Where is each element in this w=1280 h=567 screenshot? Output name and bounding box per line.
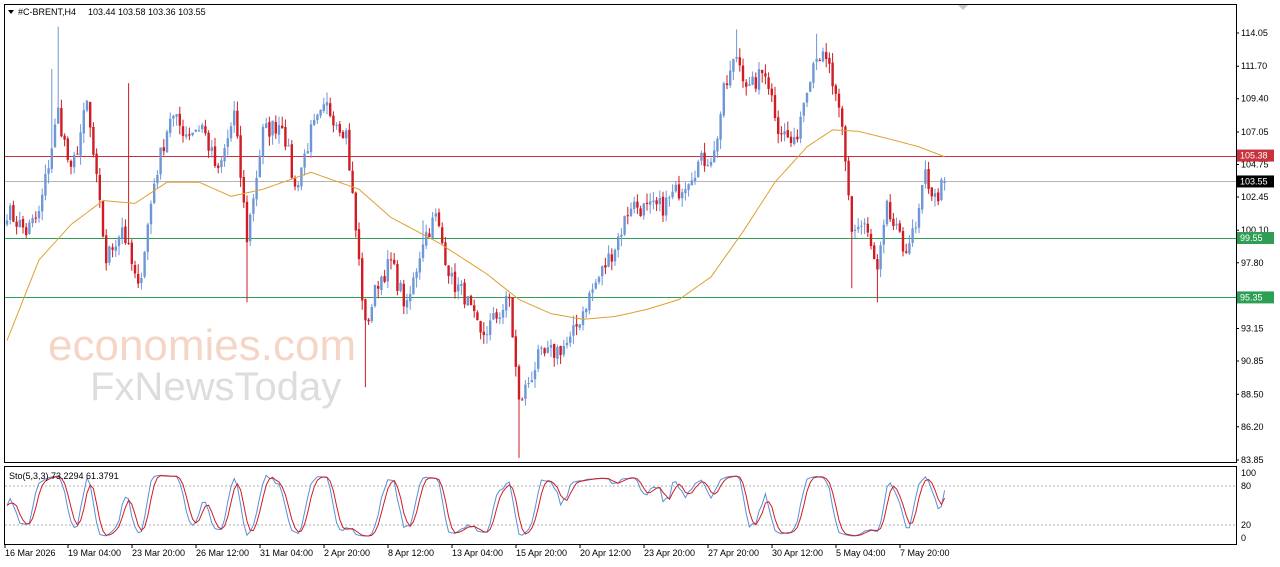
time-tick-label-3: 26 Mar 12:00 bbox=[196, 548, 249, 558]
candle-193 bbox=[623, 215, 626, 236]
candle-251 bbox=[809, 81, 812, 93]
candle-122 bbox=[396, 260, 399, 296]
price-tick-label-5: 102.45 bbox=[1241, 192, 1269, 202]
candle-25 bbox=[85, 99, 89, 113]
candle-143 bbox=[463, 278, 466, 309]
candle-107 bbox=[348, 123, 351, 171]
ohlc-values: 103.44 103.58 103.36 103.55 bbox=[88, 7, 206, 17]
price-chart[interactable]: economies.com FxNewsToday 114.05 111.70 10… bbox=[0, 0, 1280, 567]
price-tick-label-13: 83.85 bbox=[1241, 455, 1264, 465]
time-tick-label-0: 16 Mar 2026 bbox=[5, 548, 56, 558]
candle-27 bbox=[92, 122, 95, 158]
price-tick-label-11: 88.50 bbox=[1241, 389, 1264, 399]
candle-158 bbox=[511, 297, 514, 338]
level-tag-2: 99.55 bbox=[1240, 233, 1263, 243]
stoch-header: Sto(5,3,3) 73.2294 61.3791 bbox=[9, 471, 119, 481]
time-tick-label-7: 13 Apr 04:00 bbox=[452, 548, 503, 558]
watermark-fxnewstoday: FxNewsToday bbox=[90, 365, 341, 409]
stoch-tick-label-1: 80 bbox=[1241, 481, 1251, 491]
candle-224 bbox=[722, 81, 725, 118]
stoch-tick-label-2: 20 bbox=[1241, 520, 1251, 530]
price-tick-label-12: 86.20 bbox=[1241, 422, 1264, 432]
candle-50 bbox=[165, 129, 169, 153]
time-tick-label-11: 27 Apr 20:00 bbox=[708, 548, 759, 558]
price-tick-label-9: 93.15 bbox=[1241, 324, 1264, 334]
candle-263 bbox=[847, 156, 850, 201]
time-tick-label-1: 19 Mar 04:00 bbox=[68, 548, 121, 558]
candle-89 bbox=[290, 140, 293, 179]
stoch-tick-label-0: 100 bbox=[1241, 468, 1256, 478]
time-tick-label-9: 20 Apr 12:00 bbox=[580, 548, 631, 558]
time-tick-label-14: 7 May 20:00 bbox=[900, 548, 950, 558]
time-tick-label-12: 30 Apr 12:00 bbox=[772, 548, 823, 558]
stoch-tick-label-3: 0 bbox=[1241, 533, 1246, 543]
time-tick-label-5: 2 Apr 20:00 bbox=[324, 548, 370, 558]
time-tick-label-10: 23 Apr 20:00 bbox=[644, 548, 695, 558]
price-tick-label-3: 107.05 bbox=[1241, 127, 1269, 137]
candle-32 bbox=[108, 245, 111, 266]
candle-144 bbox=[466, 295, 469, 307]
symbol-label: #C-BRENT,H4 bbox=[18, 7, 76, 17]
candle-19 bbox=[66, 136, 69, 163]
price-tick-label-2: 109.40 bbox=[1241, 94, 1269, 104]
price-tick-label-10: 90.85 bbox=[1241, 356, 1264, 366]
time-tick-label-8: 15 Apr 20:00 bbox=[516, 548, 567, 558]
candle-286 bbox=[921, 184, 924, 214]
candle-275 bbox=[885, 199, 889, 227]
time-tick-label-6: 8 Apr 12:00 bbox=[388, 548, 434, 558]
candle-115 bbox=[373, 284, 377, 308]
level-tag-1: 103.55 bbox=[1240, 176, 1268, 186]
price-tick-label-0: 114.05 bbox=[1241, 28, 1268, 38]
time-tick-label-2: 23 Mar 20:00 bbox=[132, 548, 185, 558]
candle-43 bbox=[143, 250, 146, 279]
candle-76 bbox=[249, 212, 252, 246]
time-tick-label-4: 31 Mar 04:00 bbox=[260, 548, 313, 558]
price-tick-label-7: 97.80 bbox=[1241, 258, 1264, 268]
level-tag-0: 105.38 bbox=[1240, 151, 1268, 161]
price-tick-label-1: 111.70 bbox=[1241, 61, 1267, 71]
time-tick-label-13: 5 May 04:00 bbox=[836, 548, 886, 558]
watermark-economies: economies.com bbox=[48, 321, 356, 370]
candle-30 bbox=[101, 200, 105, 238]
chart-window[interactable]: economies.com FxNewsToday 114.05 111.70 10… bbox=[0, 0, 1280, 567]
candle-292 bbox=[940, 177, 943, 202]
level-tag-3: 95.35 bbox=[1240, 292, 1263, 302]
candle-216 bbox=[697, 159, 700, 178]
candle-95 bbox=[309, 119, 313, 158]
candle-145 bbox=[469, 294, 473, 306]
